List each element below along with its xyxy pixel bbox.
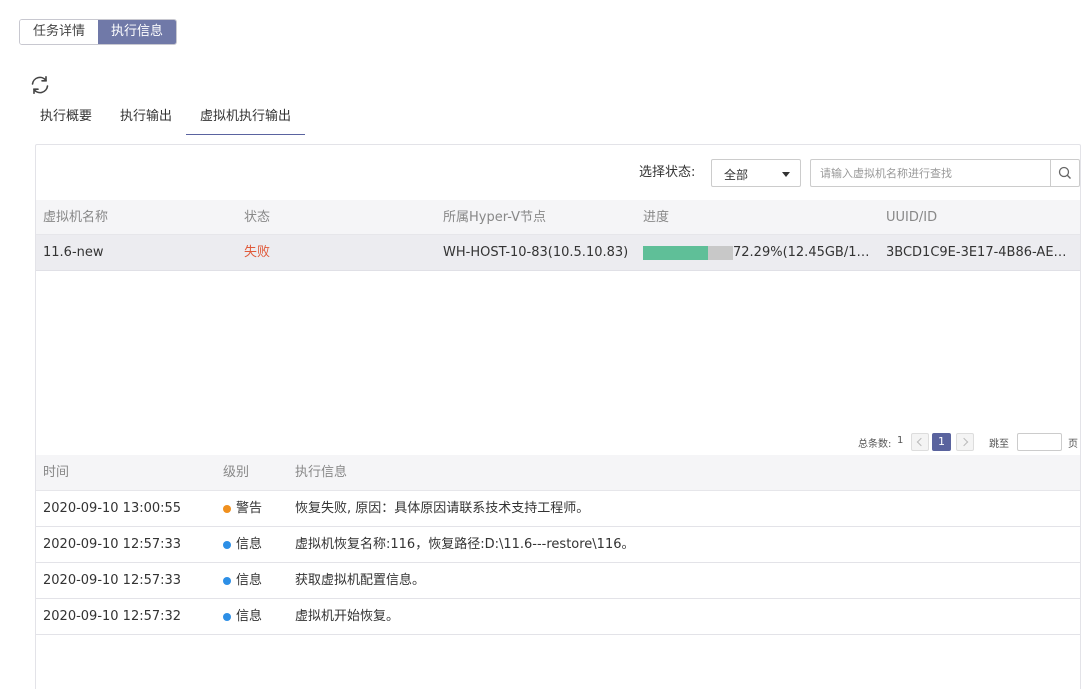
progress-text: 72.29%(12.45GB/17.2…	[733, 245, 873, 260]
status-filter-select[interactable]: 全部	[711, 159, 801, 187]
vm-search-input[interactable]	[810, 159, 1051, 187]
status-badge: 失败	[244, 245, 271, 260]
col-level: 级别	[223, 465, 250, 480]
progress-bar-fill	[643, 246, 709, 260]
jump-to-label: 跳至	[989, 439, 1009, 450]
log-message: 恢复失败, 原因：具体原因请联系技术支持工程师。	[295, 501, 590, 516]
vm-name: 11.6-new	[43, 245, 104, 260]
col-vm-name: 虚拟机名称	[43, 210, 109, 225]
info-dot-icon	[223, 541, 231, 549]
col-hyperv-node: 所属Hyper-V节点	[443, 210, 547, 225]
search-button[interactable]	[1050, 159, 1080, 187]
log-time: 2020-09-10 13:00:55	[43, 501, 182, 516]
chevron-left-icon[interactable]	[911, 433, 929, 451]
table-row: 2020-09-10 12:57:33 信息 获取虚拟机配置信息。	[36, 563, 1080, 599]
table-row: 2020-09-10 12:57:32 信息 虚拟机开始恢复。	[36, 599, 1080, 635]
col-status: 状态	[244, 210, 271, 225]
log-level: 信息	[236, 537, 263, 552]
page-button-current[interactable]: 1	[932, 433, 951, 451]
hyperv-node: WH-HOST-10-83(10.5.10.83)	[443, 245, 629, 260]
log-message: 虚拟机恢复名称:116，恢复路径:D:\11.6---restore\116。	[295, 537, 635, 552]
warning-dot-icon	[223, 505, 231, 513]
log-level: 信息	[236, 609, 263, 624]
log-message: 虚拟机开始恢复。	[295, 609, 400, 624]
page-jump-input[interactable]	[1017, 433, 1062, 451]
total-count-label: 总条数:	[858, 439, 892, 450]
info-dot-icon	[223, 613, 231, 621]
log-time: 2020-09-10 12:57:33	[43, 573, 182, 588]
col-progress: 进度	[643, 210, 670, 225]
col-time: 时间	[43, 465, 70, 480]
col-message: 执行信息	[295, 465, 348, 480]
table-row[interactable]: 11.6-new 失败 WH-HOST-10-83(10.5.10.83) 72…	[36, 235, 1080, 271]
chevron-right-icon[interactable]	[956, 433, 974, 451]
sub-tab-bar: 执行概要 执行输出 虚拟机执行输出	[26, 101, 306, 135]
log-table-header: 时间 级别 执行信息	[36, 455, 1080, 491]
total-count: 1	[897, 435, 904, 446]
chevron-down-icon	[782, 172, 790, 177]
table-row: 2020-09-10 12:57:33 信息 虚拟机恢复名称:116，恢复路径:…	[36, 527, 1080, 563]
vm-output-panel: 选择状态: 全部 虚拟机名称 状态 所属Hyper-V节点 进度 UUID/ID…	[35, 144, 1081, 689]
pagination: 总条数: 1 1 跳至 页	[36, 433, 1080, 453]
tab-execution-summary[interactable]: 执行概要	[26, 101, 106, 135]
col-uuid: UUID/ID	[886, 210, 938, 225]
refresh-icon[interactable]	[29, 74, 51, 96]
status-filter-value: 全部	[724, 168, 749, 182]
log-time: 2020-09-10 12:57:33	[43, 537, 182, 552]
log-level: 警告	[236, 501, 263, 516]
log-time: 2020-09-10 12:57:32	[43, 609, 182, 624]
vm-table-header: 虚拟机名称 状态 所属Hyper-V节点 进度 UUID/ID	[36, 200, 1080, 235]
tab-task-details[interactable]: 任务详情	[20, 20, 99, 44]
status-filter-label: 选择状态:	[639, 165, 696, 180]
progress-bar	[643, 246, 733, 260]
search-icon	[1058, 166, 1071, 179]
top-tab-group: 任务详情 执行信息	[19, 19, 178, 45]
vm-uuid: 3BCD1C9E-3E17-4B86-AE86-E…	[886, 245, 1074, 260]
page-unit-label: 页	[1068, 439, 1078, 450]
log-level: 信息	[236, 573, 263, 588]
log-message: 获取虚拟机配置信息。	[295, 573, 426, 588]
table-row: 2020-09-10 13:00:55 警告 恢复失败, 原因：具体原因请联系技…	[36, 491, 1080, 527]
info-dot-icon	[223, 577, 231, 585]
tab-vm-execution-output[interactable]: 虚拟机执行输出	[186, 101, 306, 135]
tab-execution-info[interactable]: 执行信息	[98, 20, 177, 44]
tab-execution-output[interactable]: 执行输出	[106, 101, 186, 135]
